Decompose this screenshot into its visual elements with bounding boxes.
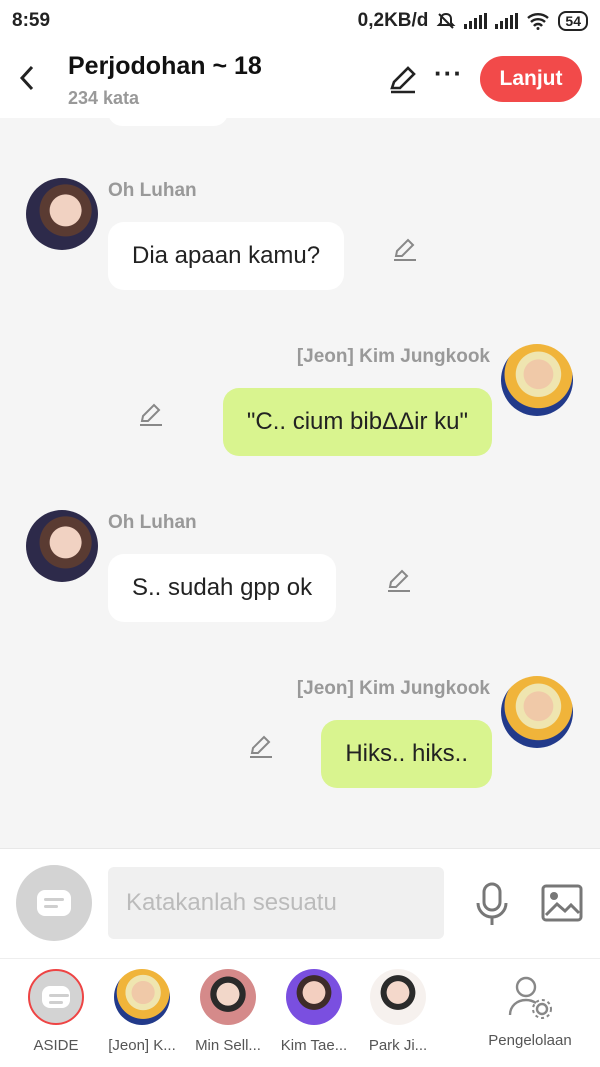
character-avatar <box>370 969 426 1025</box>
chat-area[interactable]: Oh Luhan Dia apaan kamu? [Jeon] Kim Jung… <box>0 118 600 848</box>
status-bar: 8:59 0,2KB/d 54 <box>0 0 600 42</box>
composer-bar <box>0 848 600 958</box>
management-button[interactable]: Pengelolaan <box>480 973 580 1049</box>
message-sender: [Jeon] Kim Jungkook <box>296 346 490 367</box>
previous-message-bubble <box>108 118 228 126</box>
message-input[interactable] <box>108 867 444 939</box>
character-label: [Jeon] K... <box>108 1037 176 1054</box>
edit-pencil-icon[interactable] <box>388 64 418 94</box>
character-kim-tae[interactable]: Kim Tae... <box>274 969 354 1054</box>
next-button[interactable]: Lanjut <box>480 56 582 102</box>
avatar-oh-luhan[interactable] <box>26 510 98 582</box>
signal-icon <box>464 13 488 29</box>
wifi-icon <box>527 13 550 30</box>
character-label: Min Sell... <box>195 1037 261 1054</box>
aside-toggle-button[interactable] <box>16 865 92 941</box>
message-bubble[interactable]: S.. sudah gpp ok <box>108 554 337 622</box>
character-avatar <box>200 969 256 1025</box>
character-min-sell[interactable]: Min Sell... <box>188 969 268 1054</box>
message-sender: Oh Luhan <box>108 512 197 533</box>
character-label: Park Ji... <box>368 1037 428 1054</box>
character-label: Kim Tae... <box>280 1037 348 1054</box>
message-icon <box>42 986 70 1008</box>
edit-message-icon[interactable] <box>386 567 412 593</box>
message-bubble[interactable]: "C.. cium bibΔΔir ku" <box>222 388 492 456</box>
avatar-kim-jungkook[interactable] <box>501 344 573 416</box>
character-park-ji[interactable]: Park Ji... <box>358 969 438 1054</box>
message-sender: Oh Luhan <box>108 180 197 201</box>
edit-message-icon[interactable] <box>392 236 418 262</box>
story-title: Perjodohan ~ 18 <box>68 52 262 80</box>
character-label: ASIDE <box>33 1037 79 1054</box>
app-header: Perjodohan ~ 18 234 kata ··· Lanjut <box>0 42 600 118</box>
avatar-kim-jungkook[interactable] <box>501 676 573 748</box>
character-aside[interactable]: ASIDE <box>16 969 96 1054</box>
user-settings-icon <box>508 976 552 1019</box>
edit-message-icon[interactable] <box>138 401 164 427</box>
back-arrow-icon[interactable] <box>14 60 40 96</box>
image-icon[interactable] <box>540 881 584 925</box>
status-time: 8:59 <box>12 10 51 31</box>
status-indicators: 0,2KB/d 54 <box>358 10 588 32</box>
edit-message-icon[interactable] <box>248 733 274 759</box>
management-label: Pengelolaan <box>488 1032 572 1049</box>
more-options-icon[interactable]: ··· <box>434 58 463 89</box>
aside-avatar <box>28 969 84 1025</box>
message-sender: [Jeon] Kim Jungkook <box>296 678 490 699</box>
microphone-icon[interactable] <box>470 881 514 927</box>
message-bubble[interactable]: Hiks.. hiks.. <box>321 720 492 788</box>
word-count: 234 kata <box>68 88 140 108</box>
signal-icon-2 <box>495 13 519 29</box>
battery-icon: 54 <box>558 11 588 31</box>
avatar-oh-luhan[interactable] <box>26 178 98 250</box>
message-bubble[interactable]: Dia apaan kamu? <box>108 222 345 290</box>
network-speed: 0,2KB/d <box>357 10 429 31</box>
bell-off-icon <box>437 12 456 29</box>
character-avatar <box>286 969 342 1025</box>
character-bar: ASIDE [Jeon] K... Min Sell... Kim Tae...… <box>0 958 600 1067</box>
message-icon <box>37 890 71 916</box>
character-avatar <box>114 969 170 1025</box>
character-jeon[interactable]: [Jeon] K... <box>102 969 182 1054</box>
